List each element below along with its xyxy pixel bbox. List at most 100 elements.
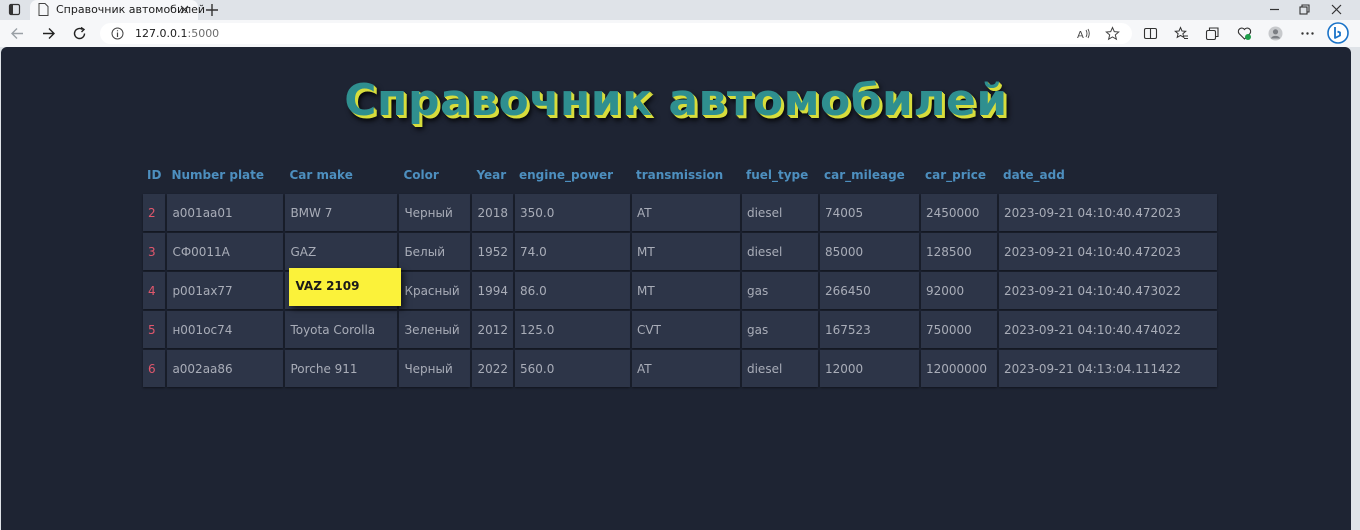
cell-date-add: 2023-09-21 04:10:40.473022 (998, 272, 1217, 309)
table-header-row: ID Number plate Car make Color Year engi… (143, 157, 1217, 192)
close-window-icon[interactable] (1330, 3, 1343, 16)
page-title: Справочник автомобилей (344, 75, 1008, 126)
cell-fuel-type: diesel (741, 350, 818, 387)
cell-color: Черный (399, 194, 471, 231)
cell-car-price: 128500 (920, 233, 997, 270)
col-header-transmission: transmission (635, 167, 724, 182)
url-text[interactable]: 127.0.0.1:5000 (135, 27, 219, 40)
split-screen-icon[interactable] (1143, 26, 1158, 41)
more-menu-icon[interactable] (1300, 26, 1315, 41)
cell-color: Красный (399, 272, 471, 309)
cell-year: 1952 (472, 233, 513, 270)
table-row: 6 a002aa86 Porche 911 Черный 2022 560.0 … (143, 350, 1217, 387)
favorites-icon[interactable] (1174, 26, 1189, 41)
col-header-car-make: Car make (289, 167, 353, 182)
cell-id: 6 (143, 350, 166, 387)
col-header-year: Year (476, 167, 507, 182)
new-tab-icon[interactable] (204, 2, 220, 18)
cell-car-mileage: 266450 (819, 272, 919, 309)
cell-car-price: 12000000 (920, 350, 997, 387)
col-header-fuel-type: fuel_type (745, 167, 809, 182)
cell-car-make: GAZ (285, 233, 398, 270)
cell-transmission: MT (631, 272, 740, 309)
col-header-date-add: date_add (1002, 167, 1065, 182)
cell-engine-power: 74.0 (514, 233, 630, 270)
cell-year: 2018 (472, 194, 513, 231)
cell-date-add: 2023-09-21 04:10:40.472023 (998, 233, 1217, 270)
cars-table: ID Number plate Car make Color Year engi… (141, 155, 1219, 389)
table-row: 5 н001ос74 Toyota Corolla Зеленый 2012 1… (143, 311, 1217, 348)
url-host: 127.0.0.1 (135, 27, 188, 40)
cell-year: 2022 (472, 350, 513, 387)
svg-text:A: A (1077, 30, 1084, 41)
cell-year: 2012 (472, 311, 513, 348)
favorite-star-icon[interactable] (1105, 26, 1120, 41)
cell-transmission: AT (631, 194, 740, 231)
browser-tab[interactable]: Справочник автомобилей (30, 0, 205, 20)
address-bar[interactable]: 127.0.0.1:5000 A (100, 23, 1132, 44)
browser-toolbar: 127.0.0.1:5000 A (0, 20, 1360, 47)
site-info-icon[interactable] (111, 27, 124, 40)
cell-engine-power: 560.0 (514, 350, 630, 387)
col-header-color: Color (403, 167, 439, 182)
table-row: 2 a001aa01 BMW 7 Черный 2018 350.0 AT di… (143, 194, 1217, 231)
table-row: 3 СФ0011А GAZ Белый 1952 74.0 MT diesel … (143, 233, 1217, 270)
cell-id: 4 (143, 272, 166, 309)
cell-number-plate: СФ0011А (167, 233, 284, 270)
cell-fuel-type: gas (741, 272, 818, 309)
cell-engine-power: 350.0 (514, 194, 630, 231)
cell-car-make: Porche 911 (285, 350, 398, 387)
cell-number-plate: a001aa01 (167, 194, 284, 231)
read-aloud-icon[interactable]: A (1076, 26, 1091, 41)
cell-fuel-type: diesel (741, 233, 818, 270)
cell-engine-power: 125.0 (514, 311, 630, 348)
minimize-icon[interactable] (1268, 3, 1281, 16)
col-header-engine-power: engine_power (518, 167, 614, 182)
bing-copilot-icon[interactable] (1327, 22, 1349, 44)
page-icon (38, 3, 49, 16)
cell-id: 2 (143, 194, 166, 231)
cell-color: Черный (399, 350, 471, 387)
col-header-car-mileage: car_mileage (823, 167, 905, 182)
cell-color: Белый (399, 233, 471, 270)
cell-date-add: 2023-09-21 04:10:40.474022 (998, 311, 1217, 348)
cell-number-plate: н001ос74 (167, 311, 284, 348)
cell-car-mileage: 85000 (819, 233, 919, 270)
page-viewport: Справочник автомобилей ID Number plate C… (1, 47, 1351, 530)
cell-car-mileage: 167523 (819, 311, 919, 348)
browser-tab-bar: Справочник автомобилей (0, 0, 1360, 20)
profile-avatar-icon[interactable] (1268, 26, 1283, 41)
collections-icon[interactable] (1205, 26, 1220, 41)
close-tab-icon[interactable] (178, 3, 191, 16)
back-icon[interactable] (10, 26, 25, 41)
highlighted-car-make[interactable]: VAZ 2109 (289, 268, 402, 306)
col-header-id: ID (147, 167, 162, 182)
tab-actions-icon[interactable] (8, 3, 21, 16)
cell-car-price: 750000 (920, 311, 997, 348)
cell-number-plate: p001ax77 (167, 272, 284, 309)
browser-essentials-icon[interactable] (1237, 26, 1252, 41)
cell-car-price: 92000 (920, 272, 997, 309)
cell-transmission: AT (631, 350, 740, 387)
cell-number-plate: a002aa86 (167, 350, 284, 387)
cell-transmission: CVT (631, 311, 740, 348)
cell-year: 1994 (472, 272, 513, 309)
cell-car-mileage: 12000 (819, 350, 919, 387)
cell-car-price: 2450000 (920, 194, 997, 231)
cell-color: Зеленый (399, 311, 471, 348)
refresh-icon[interactable] (72, 26, 87, 41)
forward-icon[interactable] (41, 26, 56, 41)
col-header-number-plate: Number plate (171, 167, 265, 182)
cell-transmission: MT (631, 233, 740, 270)
cell-car-make-highlighted: VAZ 2109 (285, 268, 402, 309)
col-header-car-price: car_price (924, 167, 986, 182)
cell-date-add: 2023-09-21 04:13:04.111422 (998, 350, 1217, 387)
restore-icon[interactable] (1298, 3, 1311, 16)
cell-car-mileage: 74005 (819, 194, 919, 231)
cell-id: 5 (143, 311, 166, 348)
table-row: 4 p001ax77 VAZ 2109 Красный 1994 86.0 MT… (143, 268, 1217, 309)
cell-car-make: Toyota Corolla (285, 311, 398, 348)
cell-car-make: BMW 7 (285, 194, 398, 231)
url-port: :5000 (187, 27, 220, 40)
cell-fuel-type: diesel (741, 194, 818, 231)
